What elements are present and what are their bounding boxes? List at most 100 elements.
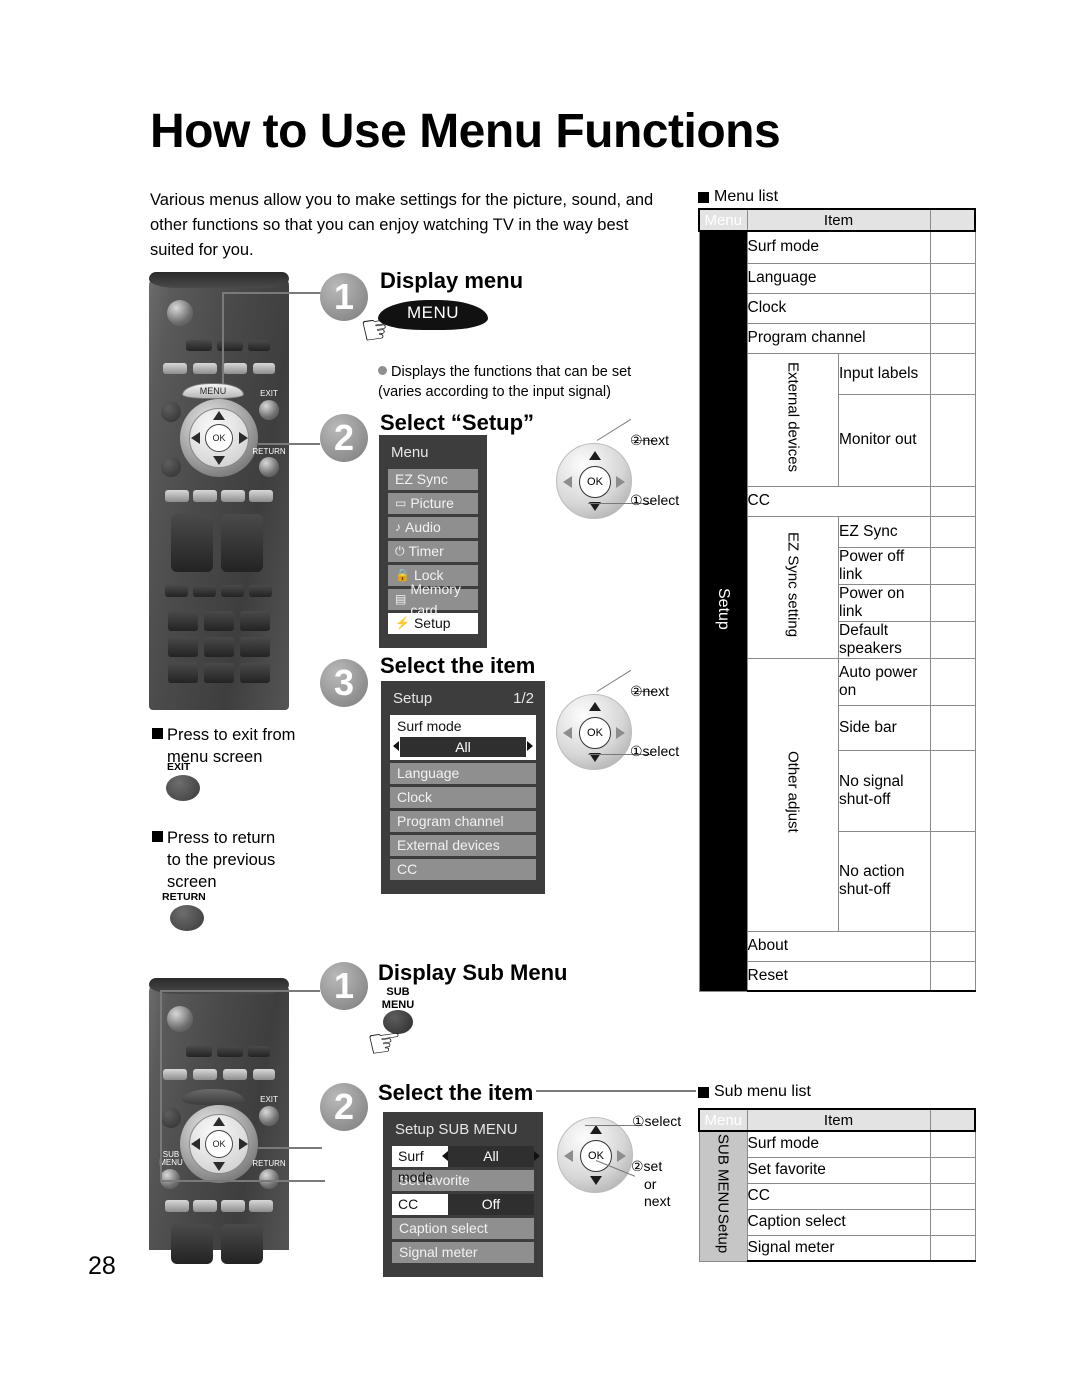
remote-button bbox=[165, 490, 189, 502]
press-return-line1: Press to return bbox=[167, 829, 276, 847]
sub-menu-list-header-menu: Menu bbox=[698, 1108, 748, 1132]
wheel-right-arrow-icon bbox=[616, 476, 625, 488]
menu-list-item: Surf mode bbox=[746, 230, 931, 264]
numeric-button bbox=[168, 611, 198, 631]
remote-sub-menu-label: SUB MENU bbox=[153, 1150, 189, 1168]
menu-osd-item-ez-sync[interactable]: EZ Sync bbox=[388, 469, 478, 490]
remote-return-button bbox=[259, 457, 279, 477]
menu-list-blank-cell bbox=[929, 930, 976, 962]
sub-menu-list-heading-text: Sub menu list bbox=[714, 1083, 811, 1100]
menu-list-item: Side bar bbox=[838, 704, 931, 751]
remote-button bbox=[223, 363, 247, 374]
remote-button bbox=[217, 1046, 243, 1057]
remote-button bbox=[221, 585, 244, 597]
menu-list-group-setup: Setup bbox=[698, 230, 748, 992]
setup-osd-selected-value[interactable]: All bbox=[393, 737, 533, 757]
remote-button bbox=[193, 490, 217, 502]
remote-rocker-button bbox=[221, 1224, 263, 1264]
remote-button bbox=[249, 490, 273, 502]
leader-line bbox=[222, 292, 224, 384]
remote-return-label: RETURN bbox=[252, 447, 286, 456]
menu-list-header-blank bbox=[929, 208, 976, 232]
sub-menu-osd-title: Setup SUB MENU bbox=[395, 1121, 532, 1138]
dpad-left-icon bbox=[191, 1138, 200, 1150]
remote-return-button bbox=[259, 1169, 279, 1189]
menu-list-blank-cell bbox=[929, 960, 976, 992]
remote-button bbox=[186, 1046, 212, 1057]
dpad-left-icon bbox=[191, 432, 200, 444]
sub-menu-osd-row-signal-meter[interactable]: Signal meter bbox=[392, 1242, 534, 1263]
sub-menu-osd-row-caption-select[interactable]: Caption select bbox=[392, 1218, 534, 1239]
remote-menu-button: MENU bbox=[182, 383, 244, 399]
remote-button bbox=[253, 1069, 275, 1080]
left-arrow-icon bbox=[393, 741, 399, 751]
menu-osd-item-memory-card[interactable]: ▤ Memory card bbox=[388, 581, 478, 618]
remote-control-bottom: EXIT OK SUB MENU RETURN bbox=[149, 978, 289, 1264]
sub-menu-label-line2: MENU bbox=[159, 1158, 183, 1168]
setup-osd-selected-label: Surf mode bbox=[397, 718, 462, 734]
numeric-button bbox=[240, 637, 270, 657]
setup-osd-selected-item[interactable]: Surf mode All bbox=[390, 715, 536, 760]
menu-list-blank-cell bbox=[929, 515, 976, 548]
sub-menu-osd-row-value[interactable]: Off bbox=[448, 1194, 534, 1215]
left-arrow-icon bbox=[442, 1151, 448, 1161]
dpad-up-icon bbox=[213, 411, 225, 420]
wheel-up-arrow-icon bbox=[589, 451, 601, 460]
remote-button bbox=[253, 363, 275, 374]
remote-return-label: RETURN bbox=[252, 1159, 286, 1168]
wheel-ok-button: OK bbox=[580, 1140, 612, 1172]
sub-menu-osd-row-cc[interactable]: CC Off bbox=[392, 1194, 534, 1215]
menu-list-header-menu: Menu bbox=[698, 208, 748, 232]
page-number: 28 bbox=[88, 1252, 116, 1280]
sub-menu-key-line1: SUB bbox=[386, 986, 410, 998]
setup-osd-item-external-devices[interactable]: External devices bbox=[390, 835, 536, 856]
dpad-down-icon bbox=[213, 1162, 225, 1171]
numeric-button bbox=[168, 663, 198, 683]
power-button bbox=[167, 300, 193, 326]
sub-menu-osd-row-surf-mode[interactable]: Surf mode All bbox=[392, 1146, 540, 1185]
menu-osd-item-label: Timer bbox=[408, 543, 444, 559]
sub-menu-list-item: Set favorite bbox=[746, 1156, 931, 1184]
menu-list-item: No action shut-off bbox=[838, 830, 931, 932]
remote-button bbox=[163, 1069, 187, 1080]
menu-osd-title-text: Menu bbox=[391, 444, 429, 461]
menu-osd-item-picture[interactable]: ▭ Picture bbox=[388, 493, 478, 514]
sub-menu-key-line2: MENU bbox=[381, 998, 415, 1011]
wheel-callout-select: ①select bbox=[630, 492, 680, 508]
sub-menu-list-blank-cell bbox=[929, 1156, 976, 1184]
remote-ok-button: OK bbox=[205, 424, 233, 452]
setup-osd-item-cc[interactable]: CC bbox=[390, 859, 536, 880]
menu-list-blank-cell bbox=[929, 292, 976, 324]
setup-osd-item-language[interactable]: Language bbox=[390, 763, 536, 784]
square-bullet-icon bbox=[698, 191, 709, 203]
sub-menu-list-item: Surf mode bbox=[746, 1130, 931, 1158]
numeric-button bbox=[240, 611, 270, 631]
sub-menu-list-item: Caption select bbox=[746, 1208, 931, 1236]
remote-button bbox=[221, 490, 245, 502]
setup-osd-selected-value-text: All bbox=[455, 739, 471, 755]
setup-osd-item-clock[interactable]: Clock bbox=[390, 787, 536, 808]
sub-menu-list-group: SUB MENU Setup bbox=[698, 1130, 748, 1262]
menu-list-item: Auto power on bbox=[838, 657, 931, 706]
menu-osd-item-audio[interactable]: ♪ Audio bbox=[388, 517, 478, 538]
menu-list-item: Default speakers bbox=[838, 620, 931, 659]
remote-button bbox=[193, 585, 216, 597]
nav-wheel-step2: OK bbox=[556, 443, 632, 519]
remote-control-top: MENU EXIT OK RETURN bbox=[149, 272, 289, 710]
wheel-up-arrow-icon bbox=[590, 1125, 602, 1134]
remote-side-button bbox=[161, 1108, 181, 1128]
audio-note-icon: ♪ bbox=[395, 520, 401, 534]
sub-menu-osd-row-value[interactable]: All bbox=[442, 1146, 540, 1167]
wheel-down-arrow-icon bbox=[590, 1176, 602, 1185]
numeric-button bbox=[204, 637, 234, 657]
sub-menu-key-label: SUB MENU bbox=[380, 986, 416, 1011]
nav-wheel-step3: OK bbox=[556, 694, 632, 770]
menu-osd-item-timer[interactable]: ⏻ Timer bbox=[388, 541, 478, 562]
menu-osd-item-label: Setup bbox=[413, 615, 451, 631]
sub-menu-osd-row-value-text: All bbox=[483, 1148, 499, 1164]
setup-osd-item-program-channel[interactable]: Program channel bbox=[390, 811, 536, 832]
numeric-button bbox=[168, 637, 198, 657]
power-button bbox=[167, 1006, 193, 1032]
step-3-title: Select the item bbox=[380, 653, 536, 678]
remote-button bbox=[221, 1200, 245, 1212]
